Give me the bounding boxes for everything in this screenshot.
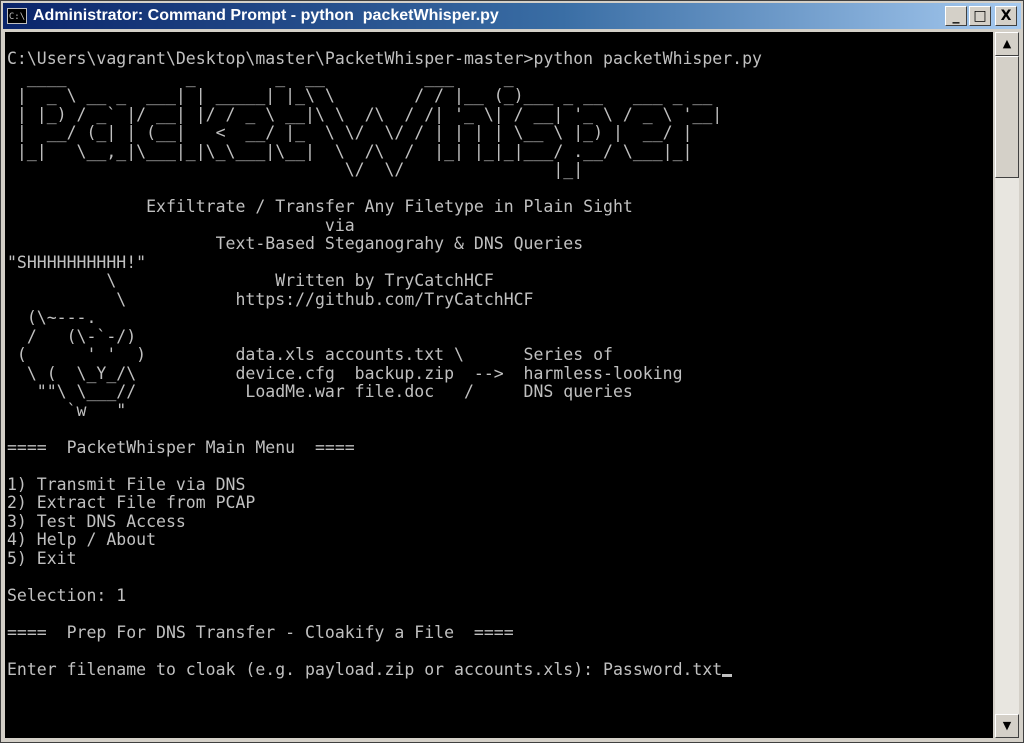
window-controls: _ □ X (945, 6, 1017, 26)
vertical-scrollbar[interactable]: ▲ ▼ (995, 32, 1019, 738)
input-prompt: Enter filename to cloak (e.g. payload.zi… (7, 659, 604, 679)
title-bar[interactable]: C:\ Administrator: Command Prompt - pyth… (3, 3, 1021, 29)
scroll-up-button[interactable]: ▲ (995, 32, 1019, 56)
scroll-down-button[interactable]: ▼ (995, 714, 1019, 738)
console-text: C:\Users\vagrant\Desktop\master\PacketWh… (5, 32, 993, 679)
maximize-button[interactable]: □ (969, 6, 991, 26)
filename-input[interactable]: Password.txt (603, 660, 722, 679)
close-button[interactable]: X (995, 6, 1017, 26)
console-history: C:\Users\vagrant\Desktop\master\PacketWh… (7, 49, 762, 642)
minimize-button[interactable]: _ (945, 6, 967, 26)
text-cursor (722, 673, 733, 677)
console-app-icon[interactable]: C:\ (7, 8, 27, 24)
scrollbar-thumb[interactable] (995, 56, 1019, 178)
console-output[interactable]: C:\Users\vagrant\Desktop\master\PacketWh… (5, 32, 993, 738)
window-title: Administrator: Command Prompt - python p… (33, 7, 499, 24)
command-prompt-window: C:\ Administrator: Command Prompt - pyth… (0, 0, 1024, 743)
